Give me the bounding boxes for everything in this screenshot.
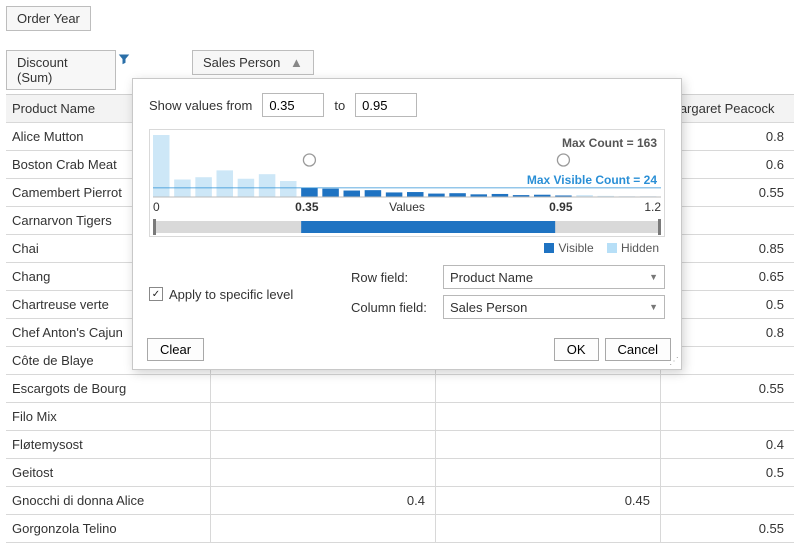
- column-field-value: Sales Person: [450, 300, 527, 315]
- cell[interactable]: 0.4: [211, 487, 436, 514]
- row-label[interactable]: Escargots de Bourg: [6, 375, 211, 402]
- from-value-input[interactable]: [262, 93, 324, 117]
- show-values-from-label: Show values from: [149, 98, 252, 113]
- cell[interactable]: [436, 515, 661, 542]
- cell[interactable]: 0.45: [436, 487, 661, 514]
- cell[interactable]: [211, 515, 436, 542]
- cell[interactable]: 0.5: [661, 459, 794, 486]
- cell[interactable]: [211, 431, 436, 458]
- row-label[interactable]: Gnocchi di donna Alice: [6, 487, 211, 514]
- cell[interactable]: [661, 403, 794, 430]
- apply-specific-level-checkbox[interactable]: ✓ Apply to specific level: [149, 265, 329, 319]
- cell[interactable]: [436, 403, 661, 430]
- apply-specific-label: Apply to specific level: [169, 287, 293, 302]
- cell[interactable]: [661, 487, 794, 514]
- legend-swatch-hidden: [607, 243, 617, 253]
- cancel-button[interactable]: Cancel: [605, 338, 671, 361]
- row-label[interactable]: Fløtemysost: [6, 431, 211, 458]
- column-field-label: Column field:: [351, 300, 433, 315]
- cell[interactable]: [211, 375, 436, 402]
- cell[interactable]: 0.55: [661, 375, 794, 402]
- sales-person-label: Sales Person: [203, 55, 280, 70]
- cell[interactable]: [211, 459, 436, 486]
- cell[interactable]: 0.55: [661, 515, 794, 542]
- legend-hidden-label: Hidden: [621, 241, 659, 255]
- svg-text:Values: Values: [389, 200, 425, 214]
- row-field-label: Row field:: [351, 270, 433, 285]
- range-filter-popup: Show values from to Max Visible Count = …: [132, 78, 682, 370]
- row-field-combo[interactable]: Product Name ▼: [443, 265, 665, 289]
- table-row: Escargots de Bourg 0.55: [6, 375, 794, 403]
- table-row: Gorgonzola Telino 0.55: [6, 515, 794, 543]
- svg-text:0.95: 0.95: [549, 200, 573, 214]
- svg-text:0: 0: [153, 200, 160, 214]
- filter-icon[interactable]: [118, 53, 130, 65]
- chevron-down-icon: ▼: [649, 302, 658, 312]
- sales-person-field[interactable]: Sales Person ▲: [192, 50, 314, 75]
- table-row: Gnocchi di donna Alice0.40.45: [6, 487, 794, 515]
- histogram-chart[interactable]: Max Visible Count = 24 Max Count = 163 0 0.…: [149, 129, 665, 237]
- ok-button[interactable]: OK: [554, 338, 599, 361]
- svg-text:Max Visible Count = 24: Max Visible Count = 24: [527, 173, 657, 187]
- sort-asc-icon: ▲: [290, 55, 303, 70]
- svg-text:1.2: 1.2: [644, 200, 661, 214]
- clear-button[interactable]: Clear: [147, 338, 204, 361]
- row-label[interactable]: Geitost: [6, 459, 211, 486]
- to-label: to: [334, 98, 345, 113]
- chevron-down-icon: ▼: [649, 272, 658, 282]
- order-year-field[interactable]: Order Year: [6, 6, 91, 31]
- row-label[interactable]: Filo Mix: [6, 403, 211, 430]
- cell[interactable]: [211, 403, 436, 430]
- table-row: Filo Mix: [6, 403, 794, 431]
- cell[interactable]: [436, 431, 661, 458]
- chart-legend: Visible Hidden: [149, 241, 665, 255]
- row-label[interactable]: Gorgonzola Telino: [6, 515, 211, 542]
- legend-swatch-visible: [544, 243, 554, 253]
- svg-text:0.35: 0.35: [295, 200, 319, 214]
- svg-text:Max Count = 163: Max Count = 163: [562, 136, 657, 150]
- checkbox-icon: ✓: [149, 287, 163, 301]
- cell[interactable]: 0.4: [661, 431, 794, 458]
- legend-visible-label: Visible: [558, 241, 593, 255]
- row-field-value: Product Name: [450, 270, 533, 285]
- resize-grip-icon[interactable]: ⋰: [669, 356, 679, 367]
- to-value-input[interactable]: [355, 93, 417, 117]
- column-field-combo[interactable]: Sales Person ▼: [443, 295, 665, 319]
- discount-sum-field[interactable]: Discount (Sum): [6, 50, 116, 90]
- table-row: Fløtemysost 0.4: [6, 431, 794, 459]
- cell[interactable]: [436, 459, 661, 486]
- table-row: Geitost 0.5: [6, 459, 794, 487]
- cell[interactable]: [436, 375, 661, 402]
